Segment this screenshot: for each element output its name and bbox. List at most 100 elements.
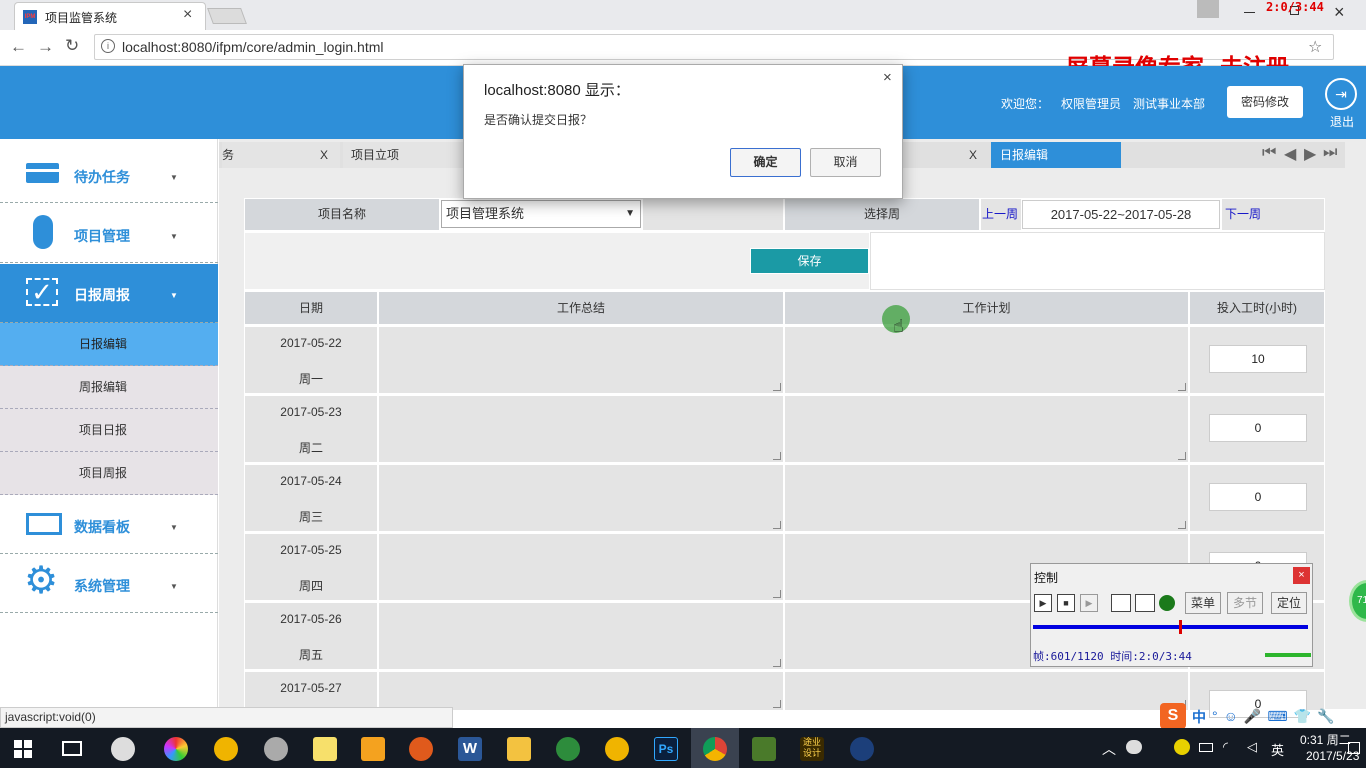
week-field[interactable]: 2017-05-22~2017-05-28 bbox=[1022, 200, 1220, 229]
app-icon-3[interactable] bbox=[214, 737, 238, 761]
work-summary-textarea[interactable] bbox=[378, 602, 784, 670]
resize-handle-icon[interactable] bbox=[773, 521, 781, 529]
close-tab-icon[interactable]: × bbox=[183, 6, 192, 24]
progress-track[interactable] bbox=[1033, 625, 1308, 629]
notification-icon[interactable] bbox=[1348, 742, 1360, 754]
task-view-icon[interactable] bbox=[62, 741, 82, 756]
resize-handle-icon[interactable] bbox=[1178, 521, 1186, 529]
sidebar-subitem-project-weekly[interactable]: 项目周报 bbox=[0, 452, 218, 495]
folder-icon[interactable] bbox=[507, 737, 531, 761]
stop-icon[interactable]: ■ bbox=[1057, 594, 1075, 612]
sidebar-item-report[interactable]: ✓ 日报周报 ▼ bbox=[0, 264, 218, 323]
app-icon-4[interactable] bbox=[264, 737, 288, 761]
resize-handle-icon[interactable] bbox=[773, 700, 781, 708]
sidebar-item-project[interactable]: 项目管理 ▼ bbox=[0, 204, 218, 263]
control-close-button[interactable]: × bbox=[1293, 567, 1310, 584]
work-summary-textarea[interactable] bbox=[378, 395, 784, 463]
new-tab-button[interactable] bbox=[207, 8, 247, 24]
rocket-icon[interactable] bbox=[556, 737, 580, 761]
sidebar-subitem-daily-edit[interactable]: 日报编辑 bbox=[0, 323, 218, 366]
sidebar-subitem-project-daily[interactable]: 项目日报 bbox=[0, 409, 218, 452]
resize-handle-icon[interactable] bbox=[1178, 452, 1186, 460]
tab-daily-edit[interactable]: 日报编辑 bbox=[991, 142, 1121, 168]
word-icon[interactable]: W bbox=[458, 737, 482, 761]
input-lang-text[interactable]: 英 bbox=[1271, 740, 1284, 759]
step-icon[interactable]: ▶ bbox=[1080, 594, 1098, 612]
resize-handle-icon[interactable] bbox=[1178, 383, 1186, 391]
close-window-icon[interactable]: × bbox=[1334, 2, 1345, 23]
green-circle-icon[interactable] bbox=[1159, 595, 1175, 611]
hours-input[interactable]: 0 bbox=[1209, 483, 1307, 511]
profile-icon[interactable] bbox=[1197, 0, 1219, 18]
resize-handle-icon[interactable] bbox=[773, 383, 781, 391]
confirm-cancel-button[interactable]: 取消 bbox=[810, 148, 881, 177]
wechat-tray-icon[interactable] bbox=[1126, 740, 1142, 754]
reload-icon[interactable]: ↻ bbox=[65, 36, 79, 56]
app-icon-2[interactable] bbox=[164, 737, 188, 761]
app-icon-1[interactable] bbox=[111, 737, 135, 761]
tab-first-icon[interactable]: ⏮ bbox=[1262, 144, 1276, 162]
photoshop-icon[interactable]: Ps bbox=[654, 737, 678, 761]
confirm-ok-button[interactable]: 确定 bbox=[730, 148, 801, 177]
work-plan-textarea[interactable] bbox=[784, 326, 1189, 394]
sticky-notes-icon[interactable] bbox=[313, 737, 337, 761]
work-plan-textarea[interactable] bbox=[784, 395, 1189, 463]
minimize-icon[interactable] bbox=[1244, 12, 1255, 13]
hours-input[interactable]: 0 bbox=[1209, 414, 1307, 442]
battery-icon[interactable] bbox=[1199, 743, 1213, 752]
multi-button[interactable]: 多节 bbox=[1227, 592, 1263, 614]
clock-time[interactable]: 0:31 周二 bbox=[1300, 731, 1351, 748]
menu-button[interactable]: 菜单 bbox=[1185, 592, 1221, 614]
tab-close-icon[interactable]: X bbox=[320, 142, 328, 168]
app-icon-11[interactable] bbox=[605, 737, 629, 761]
locate-button[interactable]: 定位 bbox=[1271, 592, 1307, 614]
hours-input[interactable]: 10 bbox=[1209, 345, 1307, 373]
sidebar-item-system[interactable]: ⚙ 系统管理 ▼ bbox=[0, 554, 218, 613]
app-icon-6[interactable] bbox=[361, 737, 385, 761]
fit-icon[interactable] bbox=[1111, 594, 1131, 612]
gear-app-icon[interactable] bbox=[409, 737, 433, 761]
work-plan-textarea[interactable] bbox=[784, 464, 1189, 532]
resize-handle-icon[interactable] bbox=[773, 590, 781, 598]
next-week-link[interactable]: 下一周 bbox=[1221, 198, 1325, 231]
work-summary-textarea[interactable] bbox=[378, 326, 784, 394]
ime-mode-text[interactable]: 中 bbox=[1192, 707, 1206, 727]
wifi-icon[interactable]: ◜ bbox=[1223, 739, 1228, 755]
work-summary-textarea[interactable] bbox=[378, 671, 784, 711]
project-select[interactable]: 项目管理系统 ▼ bbox=[441, 200, 641, 228]
tab-close-hidden[interactable]: X bbox=[969, 142, 989, 168]
browser-tab[interactable]: IPM 项目监管系统 × bbox=[14, 2, 206, 30]
chrome-icon[interactable] bbox=[703, 737, 727, 761]
tray-chevron-icon[interactable]: ︿ bbox=[1102, 739, 1116, 759]
save-button[interactable]: 保存 bbox=[750, 248, 869, 274]
tab-prev-icon[interactable]: ◀ bbox=[1284, 144, 1296, 164]
sidebar-item-dashboard[interactable]: 数据看板 ▼ bbox=[0, 495, 218, 554]
prev-week-link[interactable]: 上一周 bbox=[980, 198, 1022, 231]
volume-slider[interactable] bbox=[1265, 653, 1311, 657]
tray-add-icon[interactable] bbox=[1174, 739, 1190, 755]
work-summary-textarea[interactable] bbox=[378, 464, 784, 532]
sidebar-subitem-weekly-edit[interactable]: 周报编辑 bbox=[0, 366, 218, 409]
design-app-icon[interactable]: 途业设计 bbox=[800, 737, 824, 761]
fullscreen-icon[interactable] bbox=[1135, 594, 1155, 612]
work-summary-textarea[interactable] bbox=[378, 533, 784, 601]
sogou-ime-icon[interactable]: S bbox=[1160, 703, 1186, 729]
logout-icon[interactable]: ⇥ bbox=[1325, 78, 1357, 110]
resize-handle-icon[interactable] bbox=[773, 659, 781, 667]
windows-start-icon[interactable] bbox=[14, 740, 32, 758]
forward-icon[interactable]: → bbox=[37, 37, 54, 57]
tab-next-icon[interactable]: ▶ bbox=[1304, 144, 1316, 164]
change-password-button[interactable]: 密码修改 bbox=[1227, 86, 1303, 118]
logout-label[interactable]: 退出 bbox=[1330, 113, 1354, 130]
back-icon[interactable]: ← bbox=[10, 37, 27, 57]
chart-app-icon[interactable] bbox=[752, 737, 776, 761]
resize-handle-icon[interactable] bbox=[773, 452, 781, 460]
tab-last-icon[interactable]: ⏭ bbox=[1323, 144, 1337, 162]
dialog-close-icon[interactable]: × bbox=[883, 69, 892, 86]
work-plan-textarea[interactable] bbox=[784, 671, 1189, 711]
tab-project-setup[interactable]: 项目立项 bbox=[343, 142, 465, 168]
ime-toolbar[interactable]: °☺🎤⌨👕🔧 bbox=[1212, 708, 1340, 725]
bookmark-star-icon[interactable]: ☆ bbox=[1308, 37, 1322, 57]
tab-todo[interactable]: 务 X bbox=[222, 142, 340, 168]
volume-icon[interactable]: ◁ bbox=[1247, 739, 1257, 755]
